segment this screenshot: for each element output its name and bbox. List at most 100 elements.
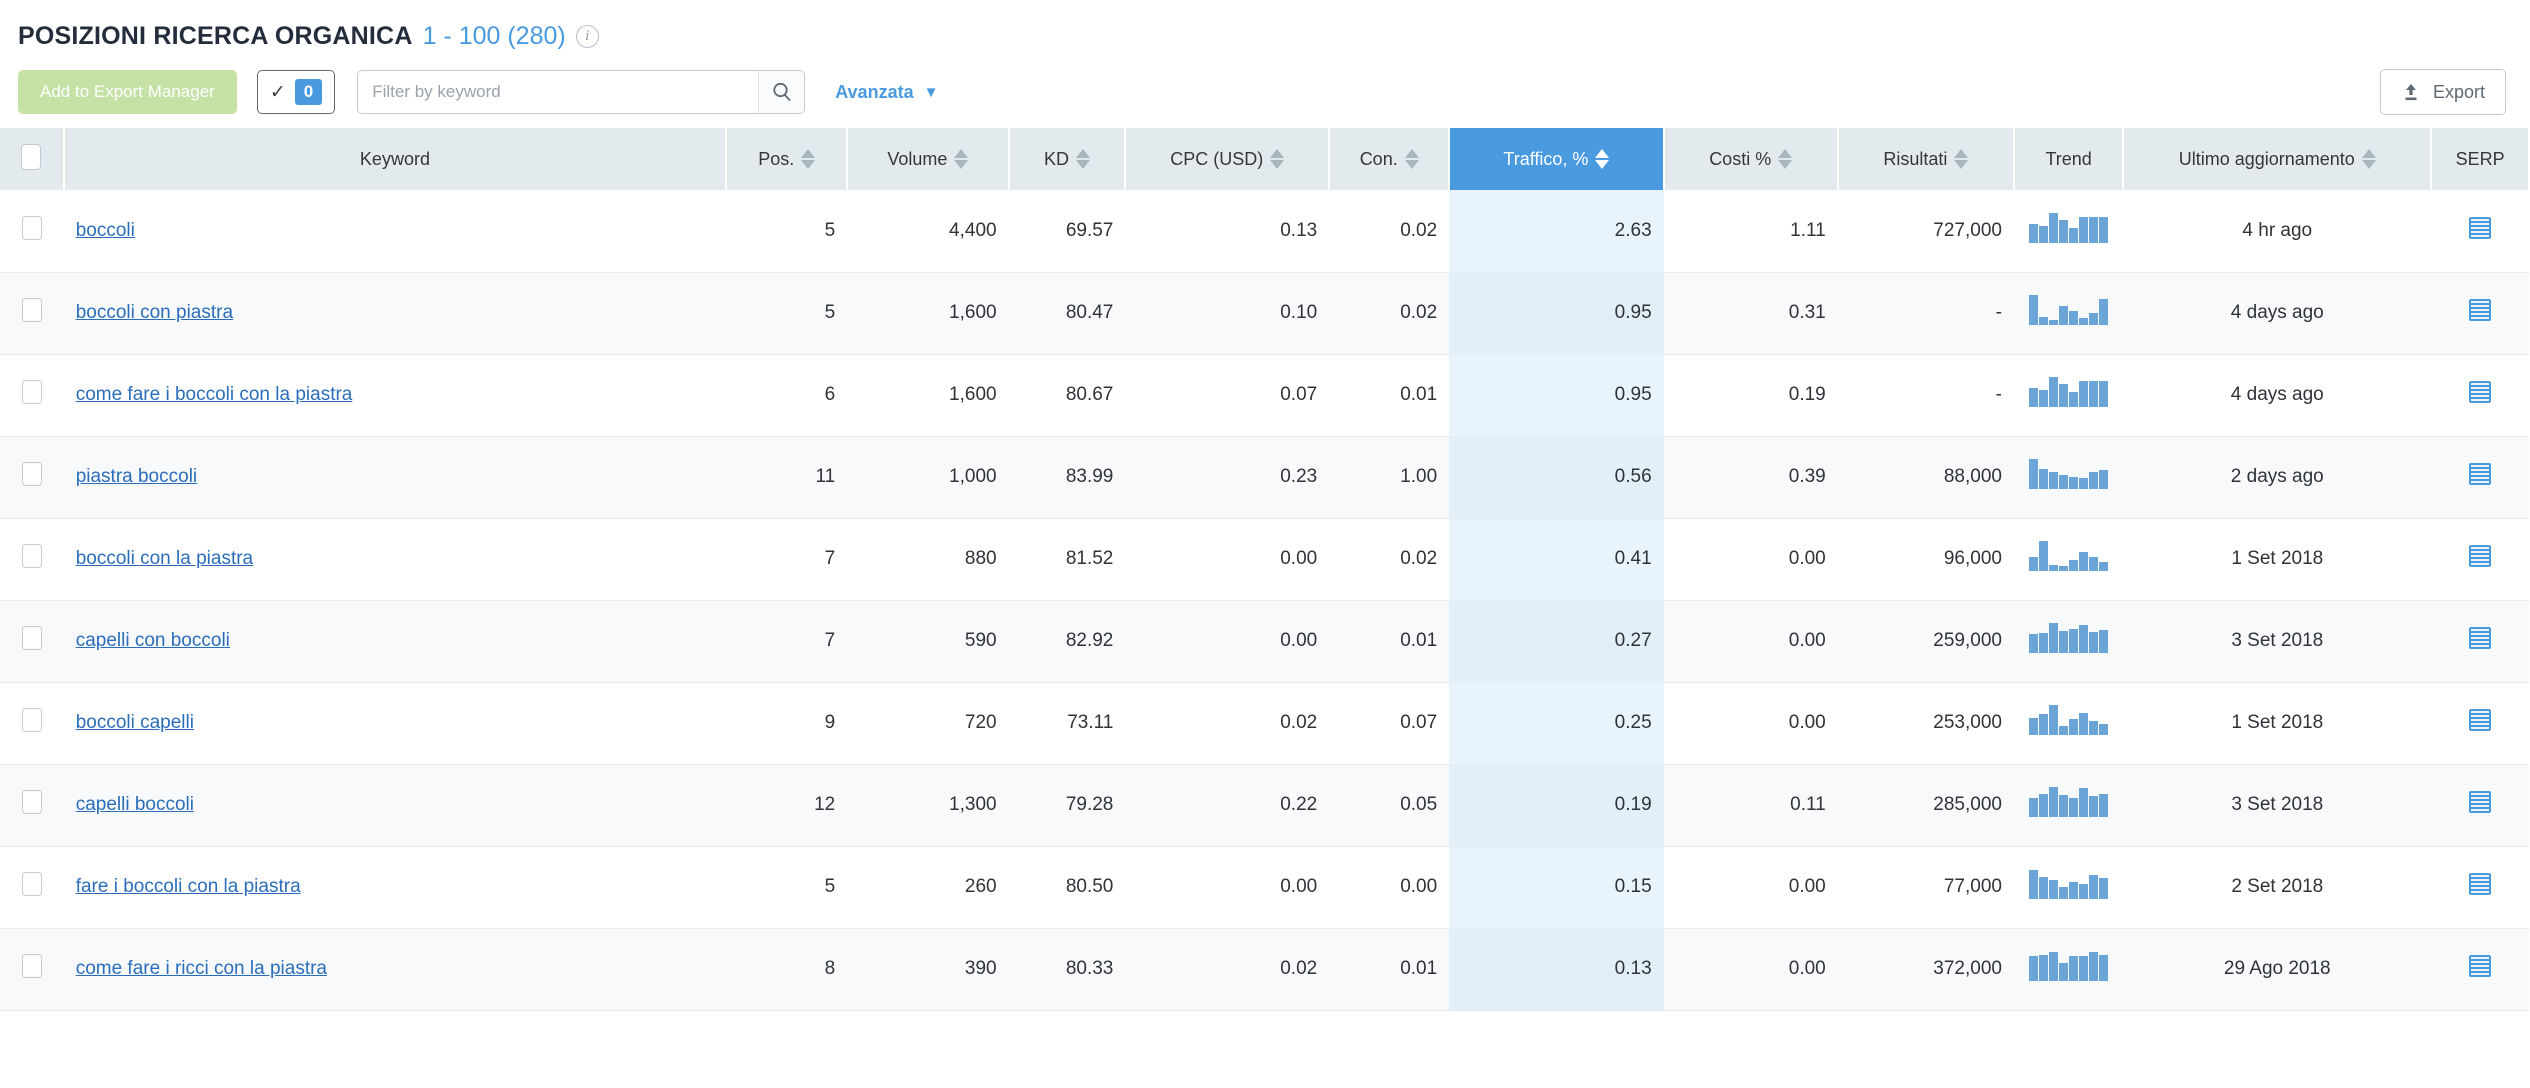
keyword-cell[interactable]: fare i boccoli con la piastra	[63, 846, 727, 929]
sort-icon-kd[interactable]	[1075, 149, 1090, 169]
volume-cell: 390	[847, 928, 1009, 1011]
serp-icon[interactable]	[2469, 627, 2492, 649]
row-checkbox[interactable]	[21, 215, 42, 240]
column-header-con[interactable]: Con.	[1329, 128, 1451, 190]
serp-cell[interactable]	[2431, 928, 2529, 1011]
serp-icon[interactable]	[2469, 709, 2492, 731]
serp-cell[interactable]	[2431, 518, 2529, 601]
row-select-cell[interactable]	[0, 518, 64, 601]
keyword-link[interactable]: capelli boccoli	[76, 794, 194, 815]
column-header-pos[interactable]: Pos.	[726, 128, 849, 190]
keyword-cell[interactable]: boccoli con piastra	[63, 272, 727, 355]
column-header-keyword[interactable]: Keyword	[63, 128, 728, 190]
row-select-cell[interactable]	[0, 190, 64, 273]
sort-icon-updated[interactable]	[2361, 149, 2376, 169]
traffic-cell: 0.19	[1449, 764, 1664, 847]
selected-rows-indicator[interactable]: ✓ 0	[256, 70, 336, 114]
column-header-volume[interactable]: Volume	[847, 128, 1010, 190]
sort-icon-con[interactable]	[1404, 149, 1419, 169]
search-input[interactable]	[358, 71, 759, 113]
column-header-traffico[interactable]: Traffico, %	[1449, 128, 1665, 190]
costi-cell: 0.00	[1663, 682, 1838, 765]
row-checkbox[interactable]	[21, 954, 42, 978]
volume-cell: 260	[847, 846, 1009, 929]
serp-icon[interactable]	[2469, 955, 2492, 977]
sort-icon-risultati[interactable]	[1954, 149, 1969, 169]
keyword-link[interactable]: come fare i boccoli con la piastra	[76, 384, 353, 405]
con-cell: 0.02	[1329, 518, 1450, 601]
cpc-cell: 0.00	[1125, 846, 1330, 929]
serp-cell[interactable]	[2431, 600, 2529, 683]
row-select-cell[interactable]	[0, 600, 64, 683]
serp-cell[interactable]	[2431, 436, 2529, 519]
select-all-header[interactable]	[0, 128, 65, 190]
serp-cell[interactable]	[2431, 764, 2529, 847]
serp-cell[interactable]	[2431, 846, 2529, 929]
keyword-link[interactable]: boccoli capelli	[76, 712, 194, 733]
column-label-cpc: CPC (USD)	[1170, 148, 1264, 169]
keyword-link[interactable]: boccoli con piastra	[76, 302, 233, 323]
sort-icon-volume[interactable]	[954, 149, 969, 169]
row-select-cell[interactable]	[0, 682, 64, 765]
keyword-cell[interactable]: capelli boccoli	[63, 764, 727, 847]
keyword-cell[interactable]: come fare i boccoli con la piastra	[63, 354, 727, 437]
row-checkbox[interactable]	[21, 462, 42, 486]
export-button[interactable]: Export	[2379, 69, 2506, 115]
add-to-export-manager-button[interactable]: Add to Export Manager	[18, 70, 237, 114]
keyword-cell[interactable]: come fare i ricci con la piastra	[63, 928, 727, 1011]
serp-cell[interactable]	[2431, 190, 2529, 273]
traffic-cell: 0.95	[1449, 272, 1664, 355]
sort-icon-costi[interactable]	[1778, 149, 1793, 169]
column-header-updated[interactable]: Ultimo aggiornamento	[2123, 128, 2433, 190]
column-label-pos: Pos.	[758, 148, 795, 169]
row-select-cell[interactable]	[0, 764, 64, 847]
keyword-link[interactable]: come fare i ricci con la piastra	[76, 958, 327, 979]
serp-icon[interactable]	[2469, 463, 2492, 485]
info-icon[interactable]: i	[575, 24, 599, 48]
column-header-cpc[interactable]: CPC (USD)	[1125, 128, 1331, 190]
row-select-cell[interactable]	[0, 354, 64, 437]
row-checkbox[interactable]	[21, 544, 42, 568]
advanced-filters-toggle[interactable]: Avanzata ▼	[835, 82, 938, 103]
keyword-cell[interactable]: boccoli	[63, 190, 727, 273]
column-header-costi[interactable]: Costi %	[1663, 128, 1839, 190]
serp-icon[interactable]	[2469, 299, 2492, 321]
row-checkbox[interactable]	[21, 790, 42, 814]
serp-icon[interactable]	[2469, 791, 2492, 813]
row-select-cell[interactable]	[0, 272, 64, 355]
trend-cell	[2013, 764, 2124, 847]
sort-icon-pos[interactable]	[801, 149, 816, 169]
sort-icon-cpc[interactable]	[1270, 149, 1285, 169]
row-checkbox[interactable]	[21, 872, 42, 896]
keyword-cell[interactable]: capelli con boccoli	[63, 600, 727, 683]
row-checkbox[interactable]	[21, 380, 42, 404]
row-checkbox[interactable]	[21, 298, 42, 322]
keyword-link[interactable]: boccoli	[76, 220, 135, 241]
table-row: boccoli con piastra 5 1,600 80.47 0.10 0.02 0.…	[0, 272, 2529, 355]
serp-icon[interactable]	[2469, 216, 2492, 239]
column-header-risultati[interactable]: Risultati	[1837, 128, 2015, 190]
keyword-cell[interactable]: boccoli con la piastra	[63, 518, 727, 601]
keyword-link[interactable]: piastra boccoli	[76, 466, 197, 487]
select-all-checkbox[interactable]	[21, 143, 42, 170]
keyword-link[interactable]: fare i boccoli con la piastra	[76, 876, 301, 897]
row-select-cell[interactable]	[0, 928, 64, 1011]
column-header-kd[interactable]: KD	[1008, 128, 1127, 190]
serp-icon[interactable]	[2469, 381, 2492, 403]
serp-icon[interactable]	[2469, 545, 2492, 567]
serp-cell[interactable]	[2431, 354, 2529, 437]
row-select-cell[interactable]	[0, 846, 64, 929]
serp-cell[interactable]	[2431, 272, 2529, 355]
keyword-link[interactable]: boccoli con la piastra	[76, 548, 253, 569]
keyword-cell[interactable]: boccoli capelli	[63, 682, 727, 765]
keyword-cell[interactable]: piastra boccoli	[63, 436, 727, 519]
sort-icon-traffico[interactable]	[1595, 149, 1610, 169]
row-checkbox[interactable]	[21, 708, 42, 732]
keyword-link[interactable]: capelli con boccoli	[76, 630, 230, 651]
result-range-count[interactable]: 1 - 100 (280)	[423, 22, 566, 51]
serp-cell[interactable]	[2431, 682, 2529, 765]
row-checkbox[interactable]	[21, 626, 42, 650]
serp-icon[interactable]	[2469, 873, 2492, 895]
search-button[interactable]	[758, 71, 805, 113]
row-select-cell[interactable]	[0, 436, 64, 519]
